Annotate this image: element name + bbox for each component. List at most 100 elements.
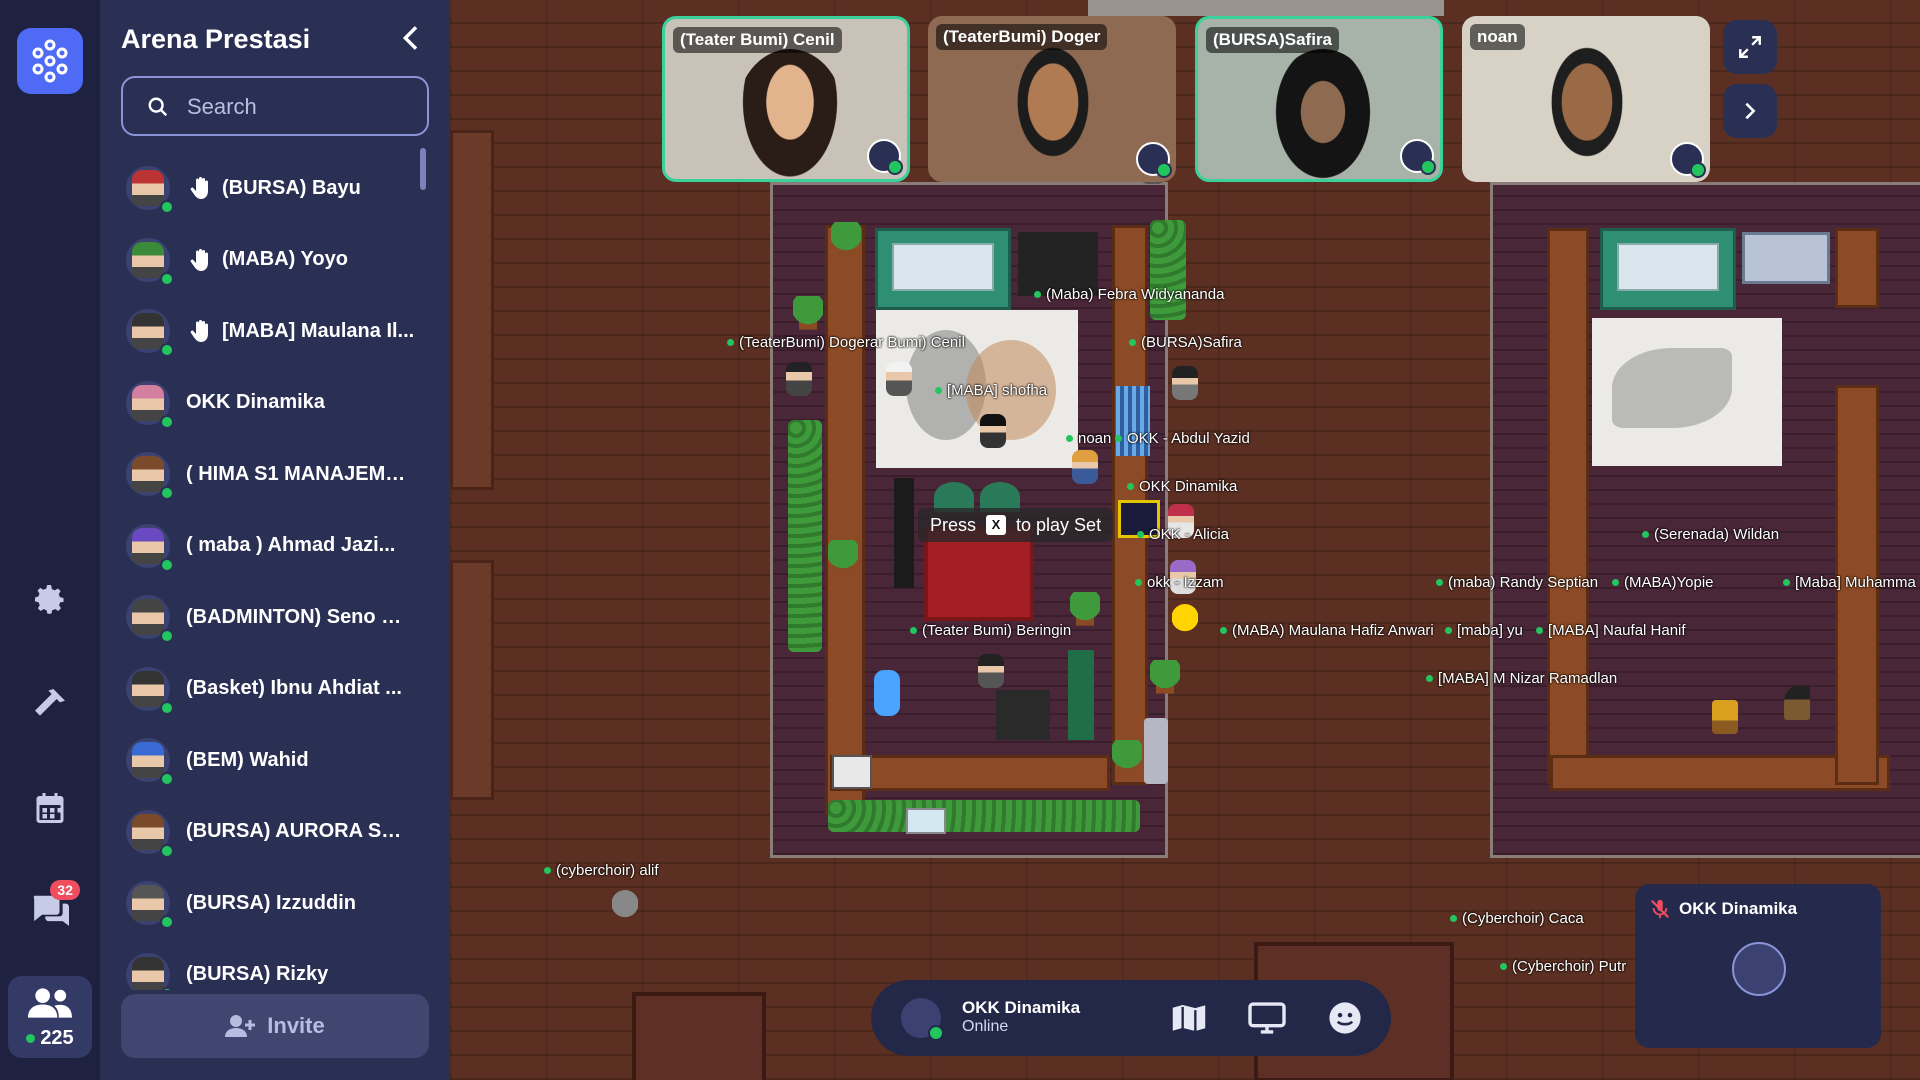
player-sprite[interactable] xyxy=(612,890,638,924)
member-name: OKK Dinamika xyxy=(186,391,325,413)
video-tile[interactable]: noan xyxy=(1462,16,1710,182)
self-video-tile[interactable]: OKK Dinamika xyxy=(1635,884,1881,1048)
chevron-right-icon xyxy=(1745,102,1756,120)
member-list-item[interactable]: (Basket) Ibnu Ahdiat ... xyxy=(126,659,426,719)
participants-sidebar: Arena Prestasi (BURSA) Bayu (MABA) Yoyo [M… xyxy=(100,0,450,1080)
self-status[interactable]: Online xyxy=(962,1018,1008,1036)
search-input[interactable] xyxy=(187,92,417,122)
avatar xyxy=(1400,139,1436,175)
member-list-item[interactable]: ( maba ) Ahmad Jazi... xyxy=(126,516,426,576)
collapse-sidebar-button[interactable] xyxy=(396,22,428,54)
map-button[interactable] xyxy=(1167,996,1211,1040)
avatar xyxy=(126,237,174,286)
invite-label: Invite xyxy=(267,1013,325,1038)
hedge xyxy=(1150,220,1186,320)
screen-share-button[interactable] xyxy=(1245,996,1289,1040)
member-name: (BEM) Wahid xyxy=(186,748,309,771)
counter xyxy=(830,755,1110,791)
counter xyxy=(825,225,865,815)
video-tile[interactable]: (BURSA)Safira xyxy=(1195,16,1443,182)
plant xyxy=(1112,740,1142,774)
player-sprite[interactable] xyxy=(1072,450,1098,484)
table xyxy=(906,808,946,834)
player-label: (Cyberchoir) Caca xyxy=(1450,910,1584,927)
player-label: (BURSA)Safira xyxy=(1129,334,1242,351)
player-sprite[interactable] xyxy=(1172,604,1198,638)
raised-hand-icon xyxy=(190,177,208,199)
gather-logo-button[interactable] xyxy=(17,28,83,94)
member-list-item[interactable]: (BEM) Wahid xyxy=(126,730,426,790)
settings-button[interactable] xyxy=(26,576,74,624)
gear-icon xyxy=(35,585,64,614)
player-label: OKK - Alicia xyxy=(1137,526,1229,543)
search-box[interactable] xyxy=(121,76,429,136)
avatar xyxy=(126,523,174,572)
presentation-screen[interactable] xyxy=(1600,228,1736,310)
avatar xyxy=(867,139,903,175)
member-list-item[interactable]: (BADMINTON) Seno B... xyxy=(126,587,426,647)
cabinet xyxy=(1068,650,1094,740)
tip-action-text: to play Set xyxy=(1016,514,1102,535)
trash-bin xyxy=(1144,718,1168,784)
player-sprite[interactable] xyxy=(886,362,912,396)
next-videos-button[interactable] xyxy=(1723,84,1777,138)
plant xyxy=(793,296,823,330)
avatar xyxy=(126,452,174,500)
keyboard-instrument xyxy=(894,478,914,588)
member-list-item[interactable]: (BURSA) Bayu xyxy=(126,158,426,218)
bottom-toolbar: OKK Dinamika Online xyxy=(871,980,1391,1056)
member-list-item[interactable]: ( HIMA S1 MANAJEME... xyxy=(126,444,426,504)
player-label: [maba] yu xyxy=(1445,622,1523,639)
player-label: [MABA] M Nizar Ramadlan xyxy=(1426,670,1617,687)
player-sprite[interactable] xyxy=(786,362,812,396)
video-tile[interactable]: (Teater Bumi) Cenil xyxy=(662,16,910,182)
chat-button[interactable]: 32 xyxy=(26,880,80,934)
left-wall-decor xyxy=(450,130,494,490)
space-title: Arena Prestasi xyxy=(121,24,311,54)
player-label: [MABA] Naufal Hanif xyxy=(1536,622,1686,639)
map-icon xyxy=(1170,1002,1208,1034)
plant xyxy=(831,222,861,256)
player-sprite[interactable] xyxy=(980,414,1006,448)
expand-icon xyxy=(1739,36,1761,58)
tip-press-text: Press xyxy=(930,514,977,535)
presentation-screen[interactable] xyxy=(875,228,1011,310)
chevron-left-icon xyxy=(402,26,418,50)
water-cooler[interactable] xyxy=(874,670,900,716)
video-name: noan xyxy=(1470,24,1525,50)
onenight-poster xyxy=(996,690,1050,740)
member-list-scrollbar[interactable] xyxy=(420,148,426,190)
member-name: (BURSA) AURORA SH... xyxy=(186,820,408,842)
add-user-icon xyxy=(225,1015,256,1037)
invite-button[interactable]: Invite xyxy=(121,994,429,1058)
member-list-item[interactable]: OKK Dinamika xyxy=(126,373,426,433)
left-rail: 32 225 xyxy=(0,0,100,1080)
member-list-item[interactable]: (BURSA) AURORA SH... xyxy=(126,802,426,862)
plant xyxy=(828,540,858,574)
player-sprite[interactable] xyxy=(978,654,1004,688)
participants-button[interactable]: 225 xyxy=(8,976,92,1058)
video-tile[interactable]: (TeaterBumi) Doger xyxy=(928,16,1176,182)
member-list-item[interactable]: (MABA) Yoyo xyxy=(126,230,426,290)
member-name: (Basket) Ibnu Ahdiat ... xyxy=(186,677,402,699)
avatar xyxy=(1732,942,1786,996)
member-list-item[interactable]: (BURSA) Izzuddin xyxy=(126,873,426,933)
player-label: (cyberchoir) alif xyxy=(544,862,659,879)
expand-video-button[interactable] xyxy=(1723,20,1777,74)
calendar-button[interactable] xyxy=(26,784,74,832)
player-sprite[interactable] xyxy=(1172,366,1198,400)
avatar xyxy=(1670,142,1706,178)
player-label: (Serenada) Wildan xyxy=(1642,526,1779,543)
member-name: ( maba ) Ahmad Jazi... xyxy=(186,534,396,556)
member-list-item[interactable]: [MABA] Maulana Il... xyxy=(126,301,426,361)
avatar[interactable] xyxy=(901,998,944,1041)
video-name: (TeaterBumi) Doger xyxy=(936,24,1108,50)
build-tool-button[interactable] xyxy=(26,680,74,728)
avatar xyxy=(126,881,174,929)
member-list-item[interactable]: (BURSA) Rizky xyxy=(126,945,426,990)
tip-key: X xyxy=(986,515,1007,535)
emote-button[interactable] xyxy=(1323,996,1367,1040)
calendar-icon xyxy=(36,793,64,823)
search-icon xyxy=(148,97,168,117)
player-label: OKK - Abdul Yazid xyxy=(1115,430,1250,447)
